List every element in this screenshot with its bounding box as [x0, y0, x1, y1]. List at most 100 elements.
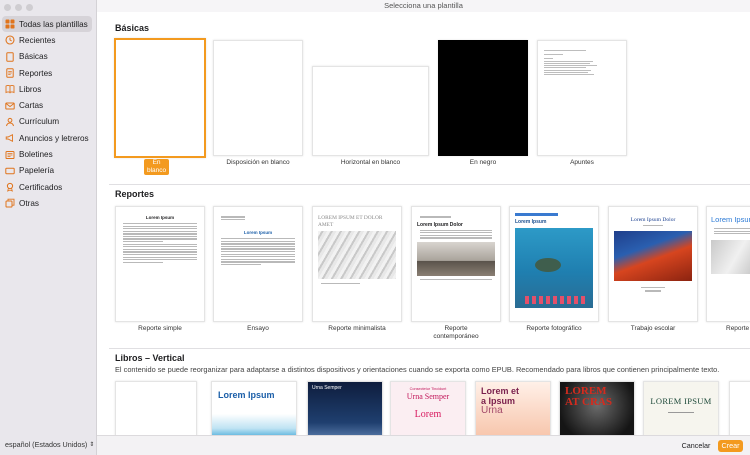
section-title-basicas: Básicas [115, 23, 150, 33]
sidebar-item-label: Básicas [19, 52, 48, 62]
window-controls [4, 4, 33, 11]
cover-title: Urna Semper [312, 385, 342, 391]
template-label: Reporte contemporáneo [433, 325, 479, 340]
sidebar-item-otras[interactable]: Otras [2, 195, 92, 211]
template-thumbnail[interactable]: Lorem Ipsum [115, 206, 205, 322]
template-label: Horizontal en blanco [340, 159, 401, 166]
sidebar-item-reportes[interactable]: Reportes [2, 65, 92, 81]
sidebar-item-label: Reportes [19, 68, 53, 78]
sidebar-item-curriculum[interactable]: Currículum [2, 114, 92, 130]
close-window-button[interactable] [4, 4, 11, 11]
cover-title: LOREM AT CRAS [565, 385, 612, 408]
thumbnail-heading: Lorem Ipsum Dolor [417, 221, 463, 228]
template-thumbnail[interactable]: Urna Semper [307, 381, 383, 435]
stack-icon [5, 198, 15, 208]
template-label: Disposición en blanco [226, 159, 290, 166]
template-gallery: Básicas En blanco Disposición en blanco … [97, 12, 750, 435]
sidebar-item-label: Currículum [19, 117, 60, 127]
sidebar-item-label: Otras [19, 198, 40, 208]
template-thumbnail[interactable] [213, 40, 303, 156]
minimize-window-button[interactable] [15, 4, 22, 11]
template-thumbnail[interactable] [729, 381, 750, 435]
chevron-updown-icon: ⇕ [89, 442, 95, 448]
sidebar-item-certificados[interactable]: Certificados [2, 179, 92, 195]
section-title-reportes: Reportes [115, 189, 155, 199]
zoom-window-button[interactable] [26, 4, 33, 11]
cover-extra: Lorem [414, 409, 442, 420]
thumbnail-photo [318, 231, 396, 279]
person-icon [5, 117, 15, 127]
section-divider [109, 348, 750, 349]
sidebar-item-label: Cartas [19, 101, 44, 111]
sidebar-item-todas[interactable]: Todas las plantillas [2, 16, 92, 33]
window-title: Selecciona una plantilla [97, 0, 750, 12]
create-button[interactable]: Crear [718, 440, 743, 452]
template-thumbnail[interactable]: Lorem Ipsum [213, 206, 303, 322]
template-thumbnail[interactable]: LOREM IPSUM ET DOLOR AMET [312, 206, 402, 322]
template-thumbnail[interactable]: LOREM AT CRAS [559, 381, 635, 435]
thumbnail-photo [417, 241, 495, 276]
thumbnail-heading: Lorem Ipsum [145, 215, 175, 220]
template-thumbnail[interactable]: Lorem Ipsum Dolor [608, 206, 698, 322]
template-thumbnail[interactable]: Lorem Ipsum [211, 381, 297, 435]
sidebar-item-anuncios[interactable]: Anuncios y letreros [2, 130, 92, 146]
template-label: En negro [469, 159, 497, 166]
template-label: Apuntes [570, 159, 594, 166]
sidebar-item-papeleria[interactable]: Papelería [2, 163, 92, 179]
template-thumbnail[interactable]: Lorem Ipsum Dolor [411, 206, 501, 322]
language-label: español (Estados Unidos) [5, 440, 88, 449]
thumbnail-photo [711, 240, 750, 275]
template-label: Reporte fotográfico [526, 325, 582, 332]
sidebar: Todas las plantillas Recientes Básicas R… [0, 0, 97, 455]
template-thumbnail[interactable]: Lorem et a Ipsum Urna [475, 381, 551, 435]
sidebar-item-basicas[interactable]: Básicas [2, 49, 92, 65]
template-label: Reporte minimalista [328, 325, 386, 332]
sidebar-item-recientes[interactable]: Recientes [2, 32, 92, 48]
template-label: Reporte simple [138, 325, 182, 332]
newspaper-icon [5, 150, 15, 160]
template-thumbnail[interactable]: Consectetur Tincidunt Urna Semper Lorem [390, 381, 466, 435]
cover-title: LOREM IPSUM [650, 396, 712, 406]
sidebar-item-label: Recientes [19, 35, 56, 45]
template-thumbnail[interactable] [438, 40, 528, 156]
bottom-bar: Cancelar Crear [97, 435, 750, 455]
cover-title: Urna Semper [406, 392, 450, 401]
template-label: Reporte [726, 325, 750, 332]
cover-subtitle: Consectetur Tincidunt [409, 387, 447, 391]
template-thumbnail[interactable] [115, 381, 197, 435]
cover-extra: Urna [481, 405, 503, 416]
template-thumbnail[interactable] [312, 66, 429, 156]
template-thumbnail[interactable]: LOREM IPSUM [643, 381, 719, 435]
cancel-button[interactable]: Cancelar [680, 440, 712, 452]
book-icon [5, 84, 15, 94]
template-label: Trabajo escolar [630, 325, 676, 332]
thumbnail-heading: Lorem Ipsum [711, 215, 750, 224]
template-label: Ensayo [247, 325, 269, 332]
cover-title: Lorem et a Ipsum [481, 386, 520, 406]
sidebar-item-libros[interactable]: Libros [2, 81, 92, 97]
category-list: Todas las plantillas Recientes Básicas R… [2, 16, 92, 212]
clock-icon [5, 35, 15, 45]
thumbnail-photo [515, 228, 593, 308]
template-thumbnail[interactable] [537, 40, 627, 156]
template-thumbnail[interactable] [114, 38, 206, 158]
megaphone-icon [5, 133, 15, 143]
certificate-icon [5, 182, 15, 192]
sidebar-item-boletines[interactable]: Boletines [2, 146, 92, 162]
envelope-icon [5, 101, 15, 111]
thumbnail-heading: Lorem Ipsum [243, 230, 273, 236]
language-selector[interactable]: español (Estados Unidos) ⇕ [5, 440, 94, 449]
template-label: En blanco [144, 159, 170, 175]
sidebar-item-label: Papelería [19, 166, 55, 176]
template-thumbnail[interactable]: Lorem Ipsum [706, 206, 750, 322]
section-title-libros: Libros – Vertical [115, 353, 185, 363]
sidebar-item-cartas[interactable]: Cartas [2, 97, 92, 113]
card-icon [5, 166, 15, 176]
sidebar-item-label: Anuncios y letreros [19, 133, 89, 143]
sidebar-item-label: Todas las plantillas [19, 19, 88, 29]
template-thumbnail[interactable]: Lorem Ipsum [509, 206, 599, 322]
thumbnail-heading: LOREM IPSUM ET DOLOR AMET [318, 215, 383, 228]
section-divider [109, 184, 750, 185]
sidebar-item-label: Certificados [19, 182, 63, 192]
thumbnail-heading: Lorem Ipsum Dolor [630, 217, 676, 223]
